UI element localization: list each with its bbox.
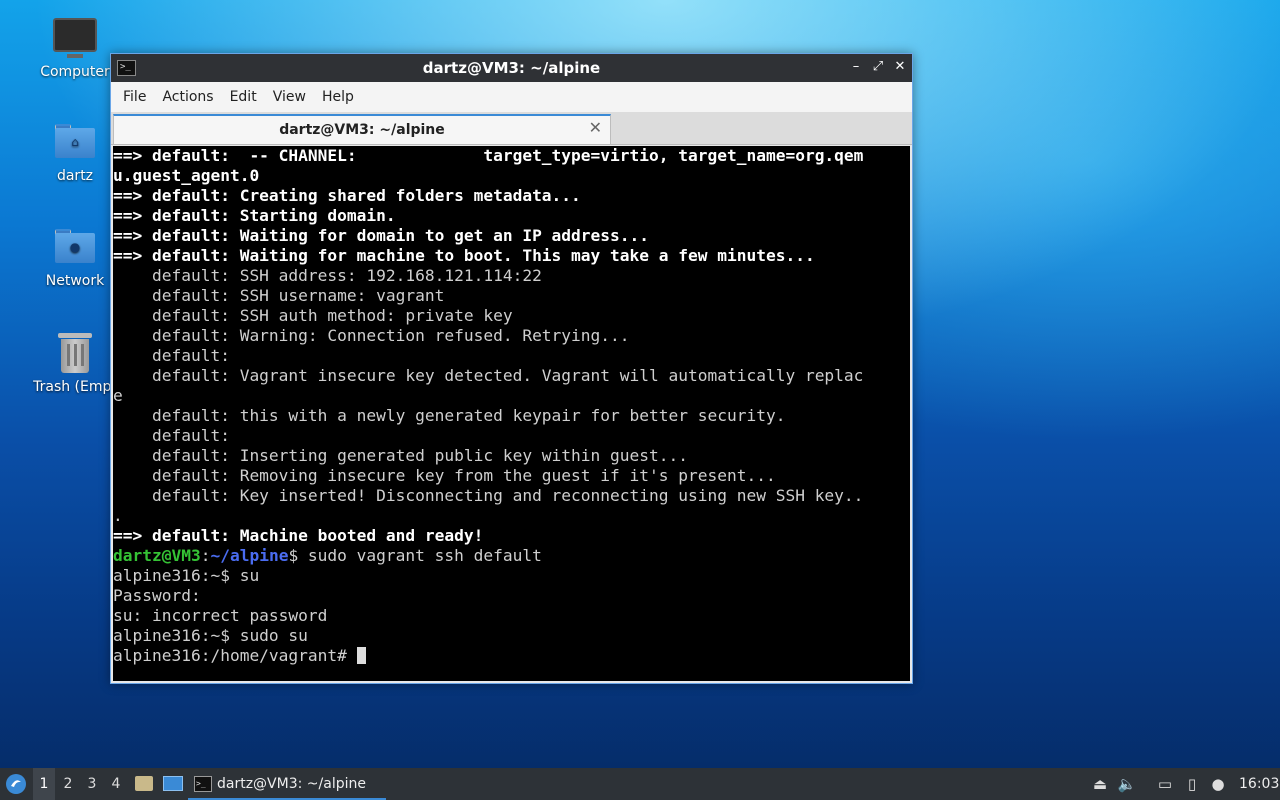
- network-folder-icon: ●: [55, 229, 95, 263]
- file-manager-icon: [135, 776, 153, 791]
- close-button[interactable]: ✕: [891, 58, 909, 76]
- root-prompt: alpine316:/home/vagrant#: [113, 646, 357, 665]
- terminal-line: ==> default: Machine booted and ready!: [113, 526, 484, 545]
- menu-file[interactable]: File: [117, 89, 156, 105]
- terminal-line: default: SSH username: vagrant: [113, 286, 445, 305]
- terminal-line: Password:: [113, 586, 201, 605]
- prompt-path: ~/alpine: [210, 546, 289, 565]
- minimize-button[interactable]: –: [847, 58, 865, 76]
- menu-view[interactable]: View: [267, 89, 316, 105]
- tab-title: dartz@VM3: ~/alpine: [279, 122, 445, 138]
- network-tray-icon[interactable]: ▭: [1155, 774, 1175, 794]
- terminal-prompt-line: dartz@VM3:~/alpine$ sudo vagrant ssh def…: [113, 546, 910, 566]
- terminal-cursor: [356, 647, 366, 664]
- tab-terminal[interactable]: dartz@VM3: ~/alpine ✕: [113, 114, 611, 144]
- terminal-line: e: [113, 386, 123, 405]
- terminal-line: default:: [113, 346, 230, 365]
- terminal-current-line[interactable]: alpine316:/home/vagrant#: [113, 646, 910, 666]
- start-menu-icon: [6, 774, 26, 794]
- prompt-sep: :: [200, 546, 211, 565]
- terminal-line: default: Key inserted! Disconnecting and…: [113, 486, 864, 505]
- maximize-button[interactable]: ⤢: [869, 58, 887, 76]
- menu-help[interactable]: Help: [316, 89, 364, 105]
- terminal-window: >_ dartz@VM3: ~/alpine – ⤢ ✕ File Action…: [110, 53, 913, 684]
- prompt-command: sudo vagrant ssh default: [298, 546, 542, 565]
- home-folder-icon: ⌂: [55, 124, 95, 158]
- workspace-3[interactable]: 3: [81, 768, 103, 800]
- tab-bar: dartz@VM3: ~/alpine ✕: [111, 112, 912, 145]
- workspace-1[interactable]: 1: [33, 768, 55, 800]
- start-menu-button[interactable]: [4, 768, 28, 800]
- terminal-line: default: Warning: Connection refused. Re…: [113, 326, 630, 345]
- menu-actions[interactable]: Actions: [156, 89, 223, 105]
- clock[interactable]: 16:03: [1239, 768, 1279, 800]
- window-titlebar[interactable]: >_ dartz@VM3: ~/alpine – ⤢ ✕: [111, 54, 912, 82]
- taskbar-window-button[interactable]: >_ dartz@VM3: ~/alpine: [188, 768, 386, 800]
- terminal-line: su: incorrect password: [113, 606, 328, 625]
- terminal-line: ==> default: Waiting for domain to get a…: [113, 226, 650, 245]
- workspace-4[interactable]: 4: [105, 768, 127, 800]
- trash-icon: [58, 333, 92, 373]
- volume-icon[interactable]: 🔈: [1117, 774, 1137, 794]
- menu-bar: File Actions Edit View Help: [111, 82, 912, 112]
- window-title: dartz@VM3: ~/alpine: [422, 59, 601, 77]
- computer-icon: [53, 18, 97, 58]
- taskbar: 1 2 3 4 >_ dartz@VM3: ~/alpine ⏏ 🔈 ▭ ▯ ●…: [0, 768, 1280, 800]
- prompt-symbol: $: [288, 546, 299, 565]
- terminal-line: .: [113, 506, 123, 525]
- terminal-line: default:: [113, 426, 230, 445]
- taskbar-window-label: dartz@VM3: ~/alpine: [217, 776, 366, 792]
- prompt-user: dartz@VM3: [113, 546, 201, 565]
- tray-up-arrow-icon[interactable]: ⏏: [1090, 774, 1110, 794]
- tab-close-button[interactable]: ✕: [589, 118, 602, 137]
- show-desktop-button[interactable]: [161, 768, 185, 800]
- terminal-line: default: SSH address: 192.168.121.114:22: [113, 266, 542, 285]
- terminal-line: default: this with a newly generated key…: [113, 406, 786, 425]
- terminal-task-icon: >_: [194, 776, 212, 792]
- terminal-line: alpine316:~$ su: [113, 566, 260, 585]
- terminal-line: default: Inserting generated public key …: [113, 446, 688, 465]
- terminal-line: alpine316:~$ sudo su: [113, 626, 308, 645]
- terminal-line: default: Removing insecure key from the …: [113, 466, 776, 485]
- terminal-line: ==> default: Creating shared folders met…: [113, 186, 581, 205]
- menu-edit[interactable]: Edit: [224, 89, 267, 105]
- terminal-output[interactable]: ==> default: -- CHANNEL: target_type=vir…: [113, 146, 910, 681]
- file-manager-launcher[interactable]: [133, 768, 155, 800]
- desktop-icon: [163, 776, 183, 791]
- workspace-2[interactable]: 2: [57, 768, 79, 800]
- terminal-line: ==> default: Starting domain.: [113, 206, 396, 225]
- terminal-line: default: Vagrant insecure key detected. …: [113, 366, 864, 385]
- terminal-line: u.guest_agent.0: [113, 166, 260, 185]
- terminal-line: ==> default: Waiting for machine to boot…: [113, 246, 815, 265]
- terminal-line: ==> default: -- CHANNEL: target_type=vir…: [113, 146, 864, 165]
- clipboard-icon[interactable]: ▯: [1182, 774, 1202, 794]
- notification-icon[interactable]: ●: [1208, 774, 1228, 794]
- terminal-line: default: SSH auth method: private key: [113, 306, 513, 325]
